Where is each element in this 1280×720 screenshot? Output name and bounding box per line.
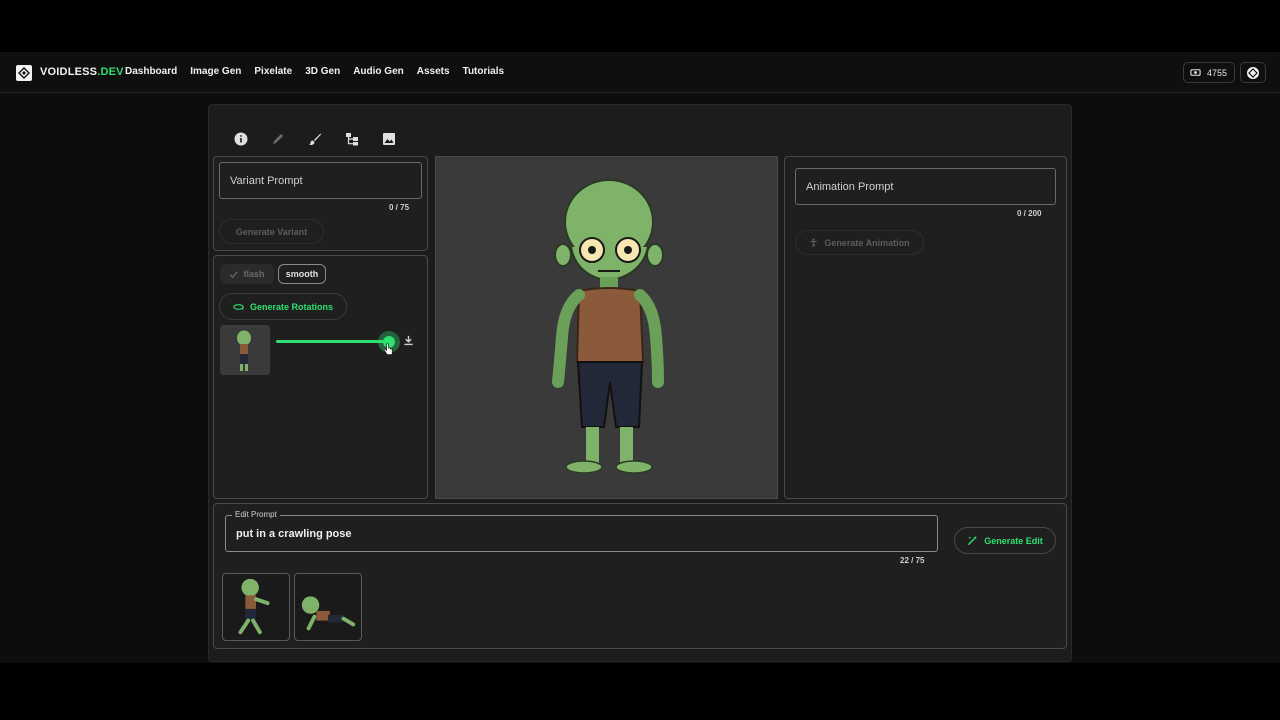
generate-animation-label: Generate Animation: [824, 237, 910, 248]
character-preview: [435, 156, 778, 499]
profile-icon: [1246, 66, 1260, 80]
generate-edit-label: Generate Edit: [984, 535, 1043, 546]
letterbox-bottom: [0, 663, 1280, 720]
figure-icon: [809, 238, 818, 247]
edit-result-thumbnail[interactable]: [222, 573, 290, 641]
brush-icon[interactable]: [307, 131, 323, 147]
chip-flash-label: flash: [243, 269, 265, 279]
app-window: VOIDLESS.DEV Dashboard Image Gen Pixelat…: [0, 52, 1280, 663]
rotate-icon: [233, 303, 244, 311]
animation-prompt-input[interactable]: Animation Prompt: [795, 168, 1056, 205]
editor-container: Variant Prompt 0 / 75 Generate Variant f…: [208, 104, 1072, 662]
magic-wand-icon: [967, 535, 978, 546]
nav-image-gen[interactable]: Image Gen: [190, 66, 241, 77]
zombie-character-image: [552, 179, 664, 474]
generate-variant-button[interactable]: Generate Variant: [219, 219, 324, 244]
generate-rotations-label: Generate Rotations: [249, 301, 334, 312]
edit-prompt-input[interactable]: put in a crawling pose: [225, 515, 938, 552]
generate-animation-button[interactable]: Generate Animation: [795, 230, 924, 255]
nav-dashboard[interactable]: Dashboard: [125, 66, 177, 77]
mouse-cursor-icon: [383, 343, 394, 361]
nav-tutorials[interactable]: Tutorials: [463, 66, 504, 77]
rotation-thumbnail[interactable]: [220, 325, 270, 375]
zombie-walking-image: [238, 578, 270, 635]
variant-counter: 0 / 75: [389, 203, 410, 212]
animation-panel: Animation Prompt 0 / 200 Generate Animat…: [784, 156, 1067, 499]
generate-rotations-button[interactable]: Generate Rotations: [219, 293, 347, 320]
nav-pixelate[interactable]: Pixelate: [254, 66, 292, 77]
download-icon[interactable]: [403, 333, 414, 351]
profile-button[interactable]: [1240, 62, 1266, 83]
credits-count: 4755: [1207, 67, 1228, 78]
main-nav: Dashboard Image Gen Pixelate 3D Gen Audi…: [125, 66, 517, 77]
check-icon: [229, 270, 239, 279]
logo-icon[interactable]: [16, 65, 32, 81]
edit-result-thumbnail[interactable]: [294, 573, 362, 641]
chip-flash[interactable]: flash: [220, 264, 274, 284]
chip-smooth[interactable]: smooth: [278, 264, 326, 284]
brand-secondary: .DEV: [97, 66, 124, 78]
brand-name[interactable]: VOIDLESS.DEV: [40, 66, 124, 78]
variant-panel: Variant Prompt 0 / 75 Generate Variant: [213, 156, 428, 251]
animation-counter: 0 / 200: [1017, 209, 1042, 218]
nav-3d-gen[interactable]: 3D Gen: [305, 66, 340, 77]
tree-icon[interactable]: [344, 131, 360, 147]
credits-badge[interactable]: 4755: [1183, 62, 1235, 83]
frame-slider-track[interactable]: [276, 340, 392, 343]
info-icon[interactable]: [233, 131, 249, 147]
edit-prompt-label: Edit Prompt: [232, 510, 280, 519]
edit-counter: 22 / 75: [900, 556, 925, 565]
variant-prompt-input[interactable]: Variant Prompt: [219, 162, 422, 199]
image-icon[interactable]: [381, 131, 397, 147]
credits-icon: [1190, 67, 1201, 78]
zombie-crawling-image: [301, 596, 356, 631]
brand-primary: VOIDLESS: [40, 66, 98, 78]
top-bar: VOIDLESS.DEV Dashboard Image Gen Pixelat…: [0, 52, 1280, 93]
rotation-panel: flash smooth Generate Rotations: [213, 255, 428, 499]
generate-edit-button[interactable]: Generate Edit: [954, 527, 1056, 554]
pencil-icon[interactable]: [270, 131, 286, 147]
zombie-thumbnail-image: [237, 330, 251, 371]
nav-assets[interactable]: Assets: [417, 66, 450, 77]
nav-audio-gen[interactable]: Audio Gen: [353, 66, 404, 77]
editor-toolbar: [233, 131, 397, 147]
letterbox-top: [0, 0, 1280, 52]
